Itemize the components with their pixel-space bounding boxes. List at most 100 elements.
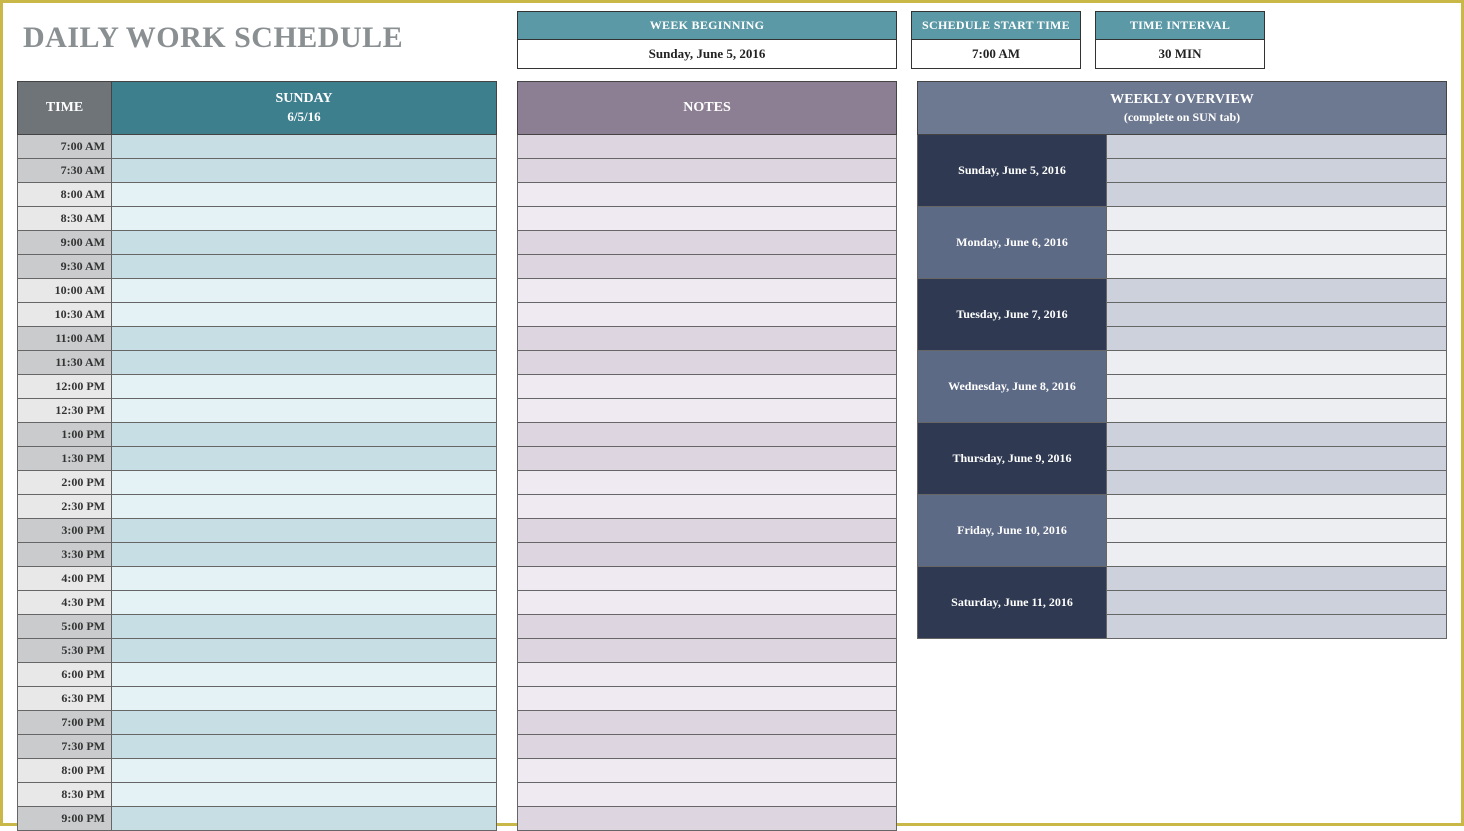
overview-slot[interactable] — [1107, 159, 1447, 183]
task-cell[interactable] — [111, 519, 497, 543]
note-cell[interactable] — [517, 567, 897, 591]
overview-slot[interactable] — [1107, 399, 1447, 423]
task-cell[interactable] — [111, 231, 497, 255]
time-cell: 7:30 PM — [17, 735, 111, 759]
start-time-box: SCHEDULE START TIME 7:00 AM — [911, 11, 1081, 69]
note-cell[interactable] — [517, 663, 897, 687]
overview-row: Wednesday, June 8, 2016 — [917, 351, 1447, 423]
overview-slot[interactable] — [1107, 255, 1447, 279]
note-cell[interactable] — [517, 447, 897, 471]
note-cell[interactable] — [517, 303, 897, 327]
task-cell[interactable] — [111, 543, 497, 567]
schedule-row: 8:00 AM — [17, 183, 497, 207]
overview-day-label: Tuesday, June 7, 2016 — [917, 279, 1107, 351]
note-cell[interactable] — [517, 471, 897, 495]
note-cell[interactable] — [517, 207, 897, 231]
note-cell[interactable] — [517, 711, 897, 735]
start-time-value[interactable]: 7:00 AM — [912, 40, 1080, 68]
interval-box: TIME INTERVAL 30 MIN — [1095, 11, 1265, 69]
overview-slot[interactable] — [1107, 327, 1447, 351]
schedule-row: 4:30 PM — [17, 591, 497, 615]
overview-slot[interactable] — [1107, 303, 1447, 327]
note-cell[interactable] — [517, 759, 897, 783]
overview-slot[interactable] — [1107, 279, 1447, 303]
interval-value[interactable]: 30 MIN — [1096, 40, 1264, 68]
task-cell[interactable] — [111, 639, 497, 663]
note-cell[interactable] — [517, 639, 897, 663]
overview-slot[interactable] — [1107, 495, 1447, 519]
note-cell[interactable] — [517, 783, 897, 807]
interval-label: TIME INTERVAL — [1096, 12, 1264, 40]
note-cell[interactable] — [517, 687, 897, 711]
note-cell[interactable] — [517, 255, 897, 279]
note-cell[interactable] — [517, 423, 897, 447]
task-cell[interactable] — [111, 135, 497, 159]
overview-slot[interactable] — [1107, 519, 1447, 543]
task-cell[interactable] — [111, 159, 497, 183]
week-beginning-value[interactable]: Sunday, June 5, 2016 — [518, 40, 896, 68]
note-cell[interactable] — [517, 519, 897, 543]
overview-slot[interactable] — [1107, 351, 1447, 375]
time-cell: 12:00 PM — [17, 375, 111, 399]
task-cell[interactable] — [111, 255, 497, 279]
schedule-row: 9:00 AM — [17, 231, 497, 255]
task-cell[interactable] — [111, 279, 497, 303]
task-cell[interactable] — [111, 327, 497, 351]
overview-slot[interactable] — [1107, 567, 1447, 591]
note-cell[interactable] — [517, 615, 897, 639]
task-cell[interactable] — [111, 207, 497, 231]
note-cell[interactable] — [517, 159, 897, 183]
note-cell[interactable] — [517, 231, 897, 255]
overview-slot[interactable] — [1107, 423, 1447, 447]
overview-slot[interactable] — [1107, 471, 1447, 495]
task-cell[interactable] — [111, 735, 497, 759]
schedule-row: 3:00 PM — [17, 519, 497, 543]
task-cell[interactable] — [111, 423, 497, 447]
overview-slot[interactable] — [1107, 183, 1447, 207]
task-cell[interactable] — [111, 783, 497, 807]
overview-slot[interactable] — [1107, 615, 1447, 639]
task-cell[interactable] — [111, 687, 497, 711]
note-cell[interactable] — [517, 399, 897, 423]
task-cell[interactable] — [111, 495, 497, 519]
note-cell[interactable] — [517, 591, 897, 615]
overview-day-label: Saturday, June 11, 2016 — [917, 567, 1107, 639]
task-cell[interactable] — [111, 615, 497, 639]
task-cell[interactable] — [111, 663, 497, 687]
schedule-row: 6:30 PM — [17, 687, 497, 711]
task-cell[interactable] — [111, 759, 497, 783]
task-cell[interactable] — [111, 471, 497, 495]
schedule-row: 12:30 PM — [17, 399, 497, 423]
overview-slot[interactable] — [1107, 543, 1447, 567]
overview-slot[interactable] — [1107, 135, 1447, 159]
note-cell[interactable] — [517, 375, 897, 399]
overview-slot[interactable] — [1107, 447, 1447, 471]
schedule-row: 2:00 PM — [17, 471, 497, 495]
task-cell[interactable] — [111, 375, 497, 399]
task-cell[interactable] — [111, 399, 497, 423]
task-cell[interactable] — [111, 711, 497, 735]
note-cell[interactable] — [517, 327, 897, 351]
overview-slot[interactable] — [1107, 375, 1447, 399]
task-cell[interactable] — [111, 447, 497, 471]
note-cell[interactable] — [517, 495, 897, 519]
note-cell[interactable] — [517, 543, 897, 567]
time-cell: 3:00 PM — [17, 519, 111, 543]
note-cell[interactable] — [517, 807, 897, 831]
note-cell[interactable] — [517, 135, 897, 159]
task-cell[interactable] — [111, 591, 497, 615]
note-cell[interactable] — [517, 183, 897, 207]
task-cell[interactable] — [111, 303, 497, 327]
task-cell[interactable] — [111, 567, 497, 591]
time-cell: 2:00 PM — [17, 471, 111, 495]
overview-slot[interactable] — [1107, 207, 1447, 231]
week-beginning-label: WEEK BEGINNING — [518, 12, 896, 40]
overview-slot[interactable] — [1107, 591, 1447, 615]
note-cell[interactable] — [517, 351, 897, 375]
task-cell[interactable] — [111, 351, 497, 375]
task-cell[interactable] — [111, 183, 497, 207]
note-cell[interactable] — [517, 279, 897, 303]
overview-slot[interactable] — [1107, 231, 1447, 255]
note-cell[interactable] — [517, 735, 897, 759]
task-cell[interactable] — [111, 807, 497, 831]
